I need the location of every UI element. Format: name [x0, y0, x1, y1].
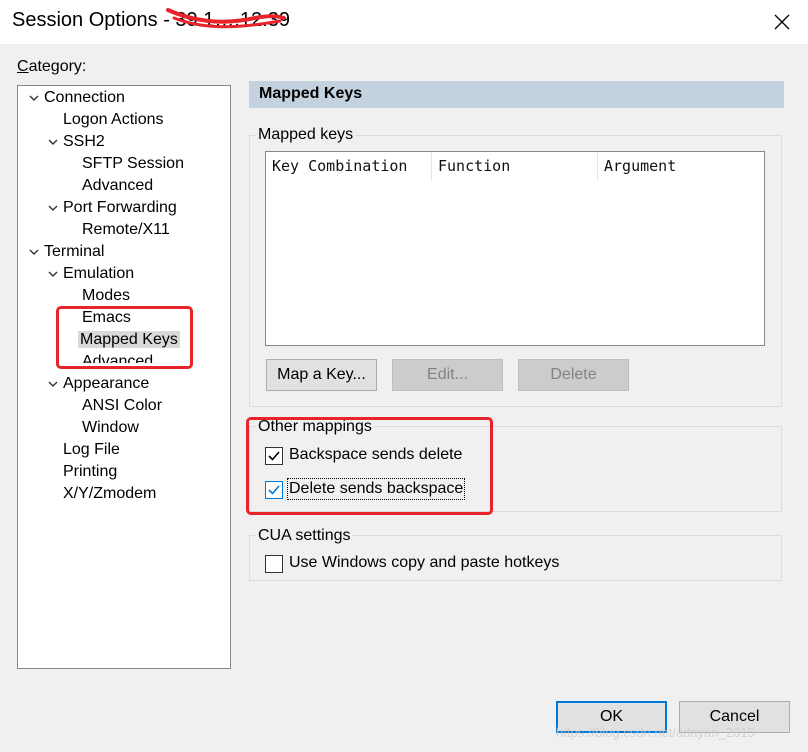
tree-item-label: Mapped Keys	[78, 331, 180, 348]
chevron-down-icon[interactable]	[47, 202, 59, 214]
tree-item-label: Connection	[44, 89, 125, 106]
map-key-button[interactable]: Map a Key...	[266, 359, 377, 391]
other-mappings-group-label: Other mappings	[256, 418, 374, 436]
chevron-down-icon[interactable]	[28, 92, 40, 104]
mapped-keys-list[interactable]: Key Combination Function Argument	[265, 151, 765, 346]
chevron-down-icon[interactable]	[47, 378, 59, 390]
tree-item-label: Advanced	[82, 353, 154, 363]
watermark: https://blog.csdn.net/adayan_2015	[556, 725, 755, 740]
tree-item-label: ANSI Color	[82, 397, 163, 414]
panel-title: Mapped Keys	[259, 85, 363, 102]
tree-item-label: Window	[82, 419, 139, 436]
tree-item-appearance[interactable]: Appearance	[61, 373, 151, 395]
other-mappings-group	[249, 426, 782, 512]
category-label-rest: ategory:	[28, 58, 87, 75]
tree-item-label: Terminal	[44, 243, 105, 260]
chevron-down-icon[interactable]	[28, 246, 40, 258]
tree-item-remote-x11[interactable]: Remote/X11	[80, 219, 172, 241]
tree-item-xyzmodem[interactable]: X/Y/Zmodem	[61, 483, 158, 505]
tree-item-label: Logon Actions	[63, 111, 164, 128]
title-bar: Session Options - 39.1….12.39	[0, 0, 808, 44]
tree-item-label: Printing	[63, 463, 118, 480]
tree-item-emulation[interactable]: Emulation	[61, 263, 136, 285]
delete-button[interactable]: Delete	[518, 359, 629, 391]
tree-item-window[interactable]: Window	[80, 417, 141, 439]
tree-item-label: Modes	[82, 287, 131, 304]
tree-item-logon-actions[interactable]: Logon Actions	[61, 109, 166, 131]
tree-item-label: Appearance	[63, 375, 150, 392]
windows-hotkeys-label[interactable]: Use Windows copy and paste hotkeys	[289, 554, 559, 572]
tree-item-emacs[interactable]: Emacs	[80, 307, 133, 329]
tree-item-label: Advanced	[82, 177, 154, 194]
tree-item-label: Log File	[63, 441, 120, 458]
tree-item-label: Remote/X11	[82, 221, 170, 238]
tree-item-sftp-session[interactable]: SFTP Session	[80, 153, 186, 175]
tree-item-label: Emulation	[63, 265, 135, 282]
checkmark-icon	[268, 485, 280, 495]
tree-item-ansi-color[interactable]: ANSI Color	[80, 395, 164, 417]
tree-item-emulation-advanced[interactable]: Advanced	[80, 351, 155, 363]
panel-header: Mapped Keys	[249, 81, 784, 108]
tree-item-label: SFTP Session	[82, 155, 184, 172]
edit-button[interactable]: Edit...	[392, 359, 503, 391]
tree-item-connection[interactable]: Connection	[42, 87, 127, 109]
tree-item-label: SSH2	[63, 133, 105, 150]
close-icon	[774, 14, 790, 30]
tree-item-port-forwarding[interactable]: Port Forwarding	[61, 197, 179, 219]
windows-hotkeys-checkbox[interactable]	[265, 555, 283, 573]
delete-sends-backspace-checkbox[interactable]	[265, 481, 283, 499]
tree-item-ssh2-advanced[interactable]: Advanced	[80, 175, 155, 197]
category-label: Category:	[17, 58, 87, 75]
checkmark-icon	[268, 451, 280, 461]
tree-item-modes[interactable]: Modes	[80, 285, 132, 307]
backspace-sends-delete-checkbox[interactable]	[265, 447, 283, 465]
tree-item-mapped-keys[interactable]: Mapped Keys	[78, 329, 180, 351]
redaction-scribble	[166, 8, 286, 29]
tree-item-log-file[interactable]: Log File	[61, 439, 122, 461]
delete-sends-backspace-label[interactable]: Delete sends backspace	[286, 478, 466, 500]
mapped-keys-group-label: Mapped keys	[256, 126, 356, 144]
backspace-sends-delete-label[interactable]: Backspace sends delete	[289, 446, 462, 464]
chevron-down-icon[interactable]	[47, 136, 59, 148]
close-button[interactable]	[765, 6, 799, 38]
tree-item-ssh2[interactable]: SSH2	[61, 131, 107, 153]
category-tree[interactable]: Connection Logon Actions SSH2 SFTP Sessi…	[17, 85, 231, 669]
tree-item-label: Emacs	[82, 309, 131, 326]
column-header-function[interactable]: Function	[432, 152, 598, 180]
column-header-argument[interactable]: Argument	[598, 152, 764, 180]
column-header-key-combination[interactable]: Key Combination	[266, 152, 432, 180]
tree-item-label: X/Y/Zmodem	[63, 485, 157, 502]
cua-settings-group-label: CUA settings	[256, 527, 353, 545]
tree-item-terminal[interactable]: Terminal	[42, 241, 106, 263]
tree-item-label: Port Forwarding	[63, 199, 177, 216]
chevron-down-icon[interactable]	[47, 268, 59, 280]
tree-item-printing[interactable]: Printing	[61, 461, 119, 483]
